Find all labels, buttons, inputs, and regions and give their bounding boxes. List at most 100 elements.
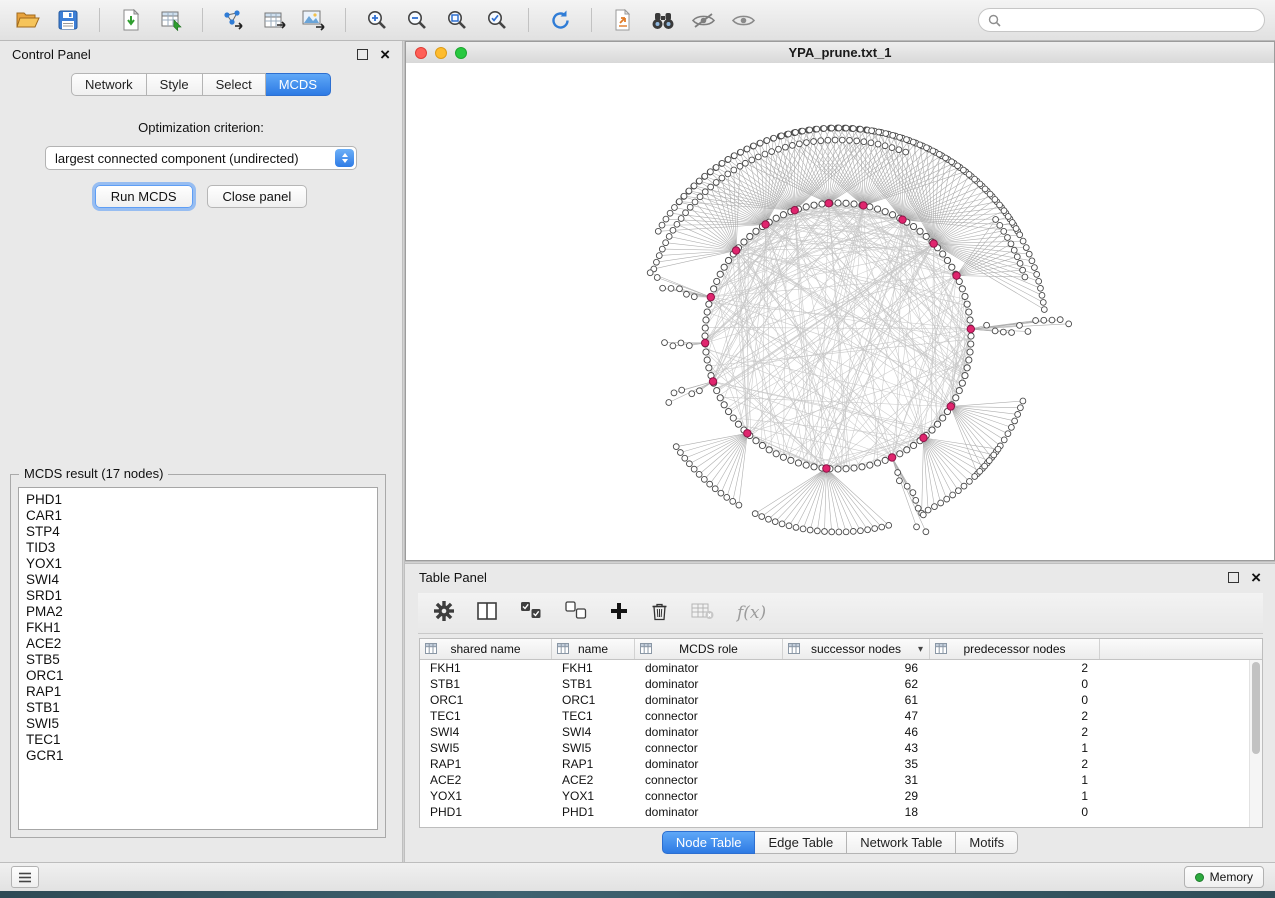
column-header-shared_name[interactable]: shared name (420, 639, 552, 659)
table-cell-name[interactable]: ORC1 (552, 693, 635, 707)
mcds-result-item[interactable]: RAP1 (26, 684, 377, 700)
save-session-icon[interactable] (50, 5, 86, 35)
table-row[interactable]: YOX1YOX1connector291 (420, 788, 1262, 804)
table-cell-mcds_role[interactable]: dominator (635, 805, 783, 819)
table-cell-successor_nodes[interactable]: 96 (783, 661, 930, 675)
close-panel-button[interactable]: Close panel (207, 185, 308, 208)
export-table-icon[interactable] (256, 5, 292, 35)
table-row[interactable]: FKH1FKH1dominator962 (420, 660, 1262, 676)
mcds-result-item[interactable]: TID3 (26, 540, 377, 556)
table-cell-shared_name[interactable]: SWI4 (420, 725, 552, 739)
table-row[interactable]: SWI5SWI5connector431 (420, 740, 1262, 756)
table-cell-name[interactable]: YOX1 (552, 789, 635, 803)
tab-style[interactable]: Style (147, 73, 203, 96)
float-table-panel-icon[interactable] (1228, 572, 1239, 583)
table-cell-shared_name[interactable]: SWI5 (420, 741, 552, 755)
table-cell-predecessor_nodes[interactable]: 1 (930, 741, 1100, 755)
table-cell-successor_nodes[interactable]: 31 (783, 773, 930, 787)
table-cell-shared_name[interactable]: TEC1 (420, 709, 552, 723)
column-header-successor_nodes[interactable]: successor nodes▾ (783, 639, 930, 659)
tab-node-table[interactable]: Node Table (662, 831, 756, 854)
table-cell-name[interactable]: TEC1 (552, 709, 635, 723)
mcds-result-item[interactable]: PMA2 (26, 604, 377, 620)
mcds-result-item[interactable]: STB1 (26, 700, 377, 716)
table-cell-successor_nodes[interactable]: 29 (783, 789, 930, 803)
table-cell-successor_nodes[interactable]: 62 (783, 677, 930, 691)
export-image-icon[interactable] (296, 5, 332, 35)
mcds-result-item[interactable]: ACE2 (26, 636, 377, 652)
table-cell-predecessor_nodes[interactable]: 0 (930, 693, 1100, 707)
column-header-name[interactable]: name (552, 639, 635, 659)
tab-network[interactable]: Network (71, 73, 147, 96)
table-cell-predecessor_nodes[interactable]: 1 (930, 789, 1100, 803)
table-cell-name[interactable]: ACE2 (552, 773, 635, 787)
delete-column-icon[interactable] (651, 601, 668, 626)
table-cell-shared_name[interactable]: ACE2 (420, 773, 552, 787)
table-cell-mcds_role[interactable]: connector (635, 709, 783, 723)
table-cell-shared_name[interactable]: ORC1 (420, 693, 552, 707)
table-cell-mcds_role[interactable]: dominator (635, 677, 783, 691)
tab-motifs[interactable]: Motifs (956, 831, 1018, 854)
add-column-icon[interactable] (610, 602, 628, 625)
close-panel-icon[interactable]: × (380, 48, 390, 62)
mcds-result-item[interactable]: CAR1 (26, 508, 377, 524)
zoom-out-icon[interactable] (399, 5, 435, 35)
table-cell-mcds_role[interactable]: connector (635, 741, 783, 755)
import-table-file-icon[interactable] (153, 5, 189, 35)
mcds-result-item[interactable]: SWI4 (26, 572, 377, 588)
table-row[interactable]: SWI4SWI4dominator462 (420, 724, 1262, 740)
run-mcds-button[interactable]: Run MCDS (95, 185, 193, 208)
tab-network-table[interactable]: Network Table (847, 831, 956, 854)
table-cell-name[interactable]: FKH1 (552, 661, 635, 675)
mcds-result-item[interactable]: FKH1 (26, 620, 377, 636)
table-cell-successor_nodes[interactable]: 47 (783, 709, 930, 723)
table-cell-predecessor_nodes[interactable]: 1 (930, 773, 1100, 787)
mcds-result-item[interactable]: PHD1 (26, 492, 377, 508)
export-network-icon[interactable] (216, 5, 252, 35)
table-row[interactable]: TEC1TEC1connector472 (420, 708, 1262, 724)
table-cell-successor_nodes[interactable]: 18 (783, 805, 930, 819)
show-columns-icon[interactable] (477, 602, 497, 625)
share-document-icon[interactable] (605, 5, 641, 35)
table-cell-name[interactable]: SWI4 (552, 725, 635, 739)
deselect-all-icon[interactable] (565, 601, 587, 625)
table-cell-shared_name[interactable]: YOX1 (420, 789, 552, 803)
chevron-down-icon[interactable]: ▾ (918, 644, 923, 655)
optimization-select[interactable]: largest connected component (undirected) (45, 146, 357, 170)
table-row[interactable]: STB1STB1dominator620 (420, 676, 1262, 692)
table-scrollbar[interactable] (1249, 660, 1262, 827)
table-cell-name[interactable]: SWI5 (552, 741, 635, 755)
table-cell-predecessor_nodes[interactable]: 2 (930, 661, 1100, 675)
table-cell-mcds_role[interactable]: dominator (635, 757, 783, 771)
table-scrollbar-thumb[interactable] (1252, 662, 1260, 754)
task-history-button[interactable] (11, 866, 39, 888)
eye-hidden-icon[interactable] (685, 5, 721, 35)
mcds-result-item[interactable]: SWI5 (26, 716, 377, 732)
table-cell-shared_name[interactable]: STB1 (420, 677, 552, 691)
close-table-panel-icon[interactable]: × (1251, 571, 1261, 585)
float-panel-icon[interactable] (357, 49, 368, 60)
table-cell-shared_name[interactable]: PHD1 (420, 805, 552, 819)
column-header-mcds_role[interactable]: MCDS role (635, 639, 783, 659)
table-cell-predecessor_nodes[interactable]: 2 (930, 725, 1100, 739)
table-cell-name[interactable]: STB1 (552, 677, 635, 691)
table-cell-shared_name[interactable]: RAP1 (420, 757, 552, 771)
table-cell-mcds_role[interactable]: dominator (635, 725, 783, 739)
table-row[interactable]: PHD1PHD1dominator180 (420, 804, 1262, 820)
table-row[interactable]: ACE2ACE2connector311 (420, 772, 1262, 788)
search-box[interactable] (978, 8, 1265, 32)
tab-select[interactable]: Select (203, 73, 266, 96)
mcds-result-item[interactable]: YOX1 (26, 556, 377, 572)
mcds-result-item[interactable]: TEC1 (26, 732, 377, 748)
zoom-in-icon[interactable] (359, 5, 395, 35)
table-cell-successor_nodes[interactable]: 35 (783, 757, 930, 771)
mcds-result-item[interactable]: GCR1 (26, 748, 377, 764)
table-cell-successor_nodes[interactable]: 43 (783, 741, 930, 755)
mcds-result-item[interactable]: ORC1 (26, 668, 377, 684)
eye-visible-icon[interactable] (725, 5, 761, 35)
table-cell-shared_name[interactable]: FKH1 (420, 661, 552, 675)
memory-button[interactable]: Memory (1184, 866, 1264, 888)
mcds-result-item[interactable]: STB5 (26, 652, 377, 668)
table-cell-mcds_role[interactable]: dominator (635, 693, 783, 707)
table-cell-successor_nodes[interactable]: 61 (783, 693, 930, 707)
